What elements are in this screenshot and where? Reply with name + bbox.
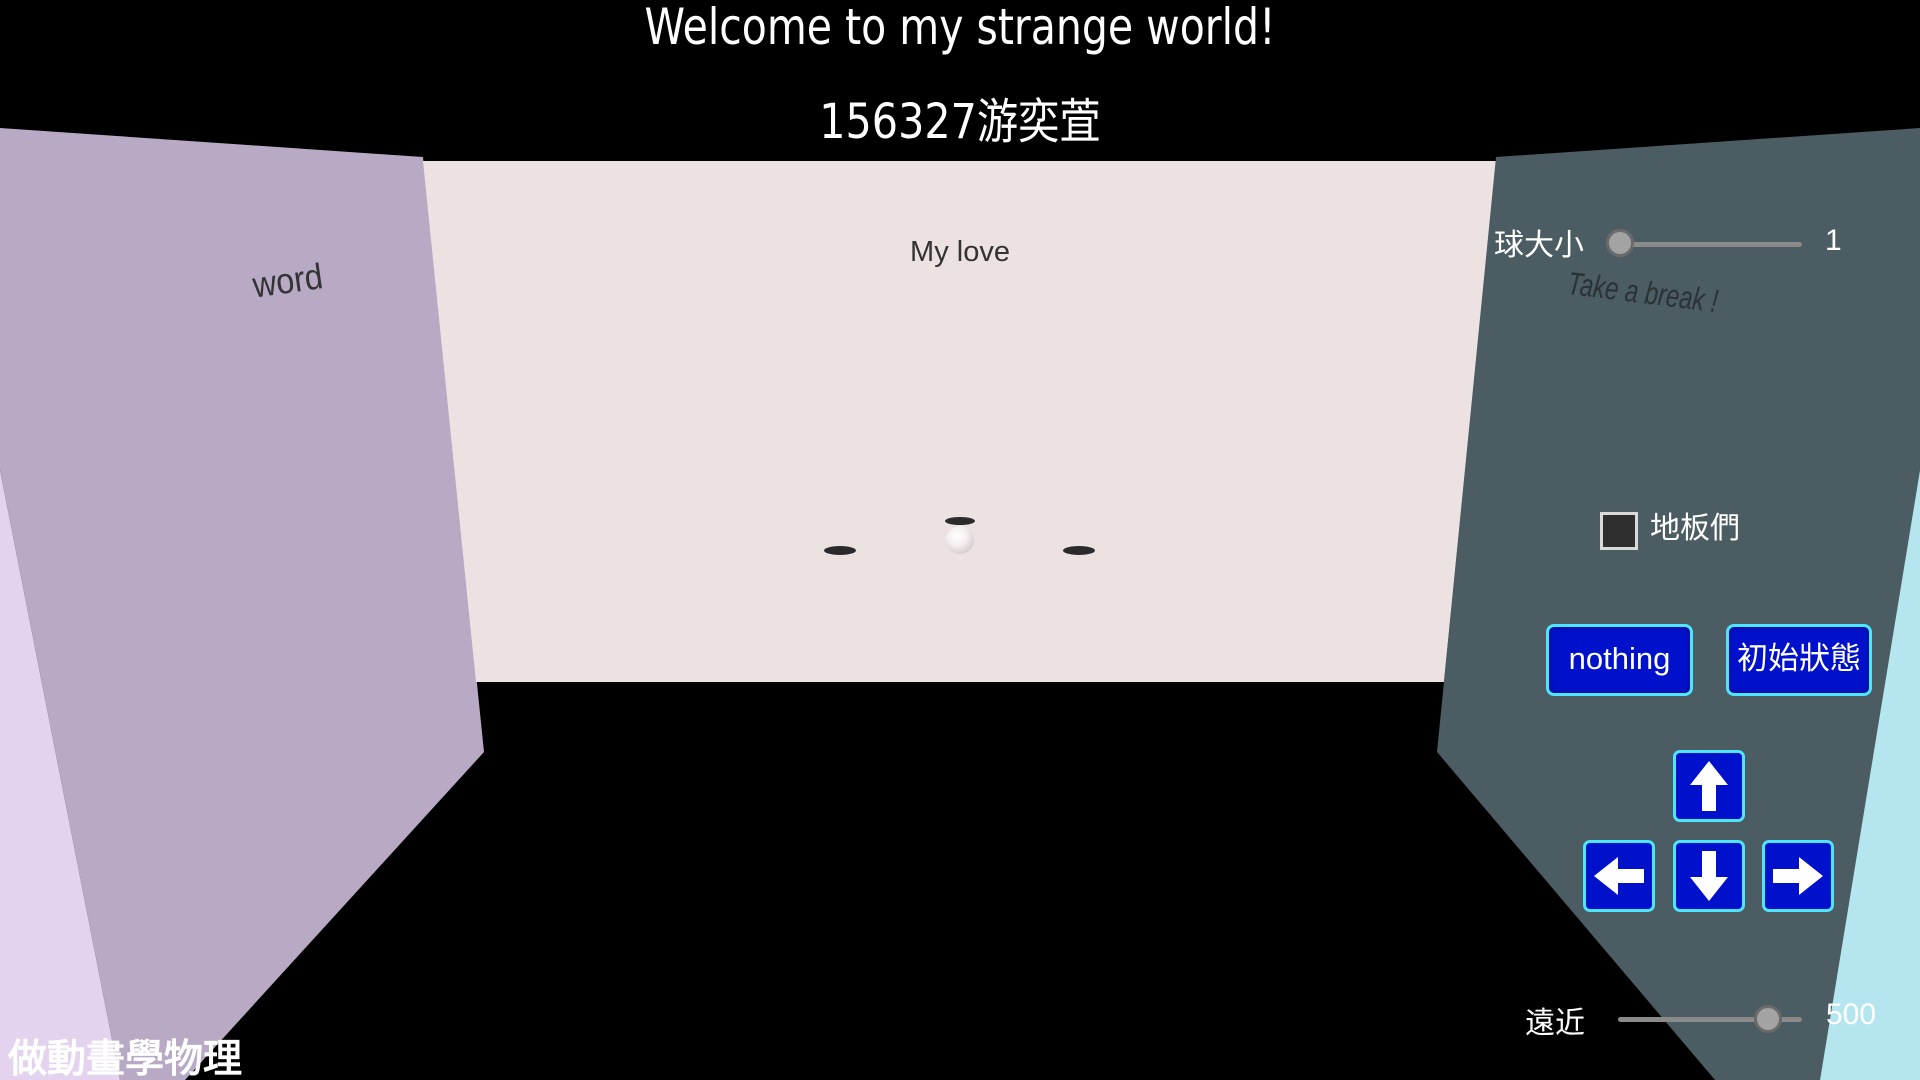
up-button[interactable]: [1673, 750, 1745, 822]
right-arrow-icon: [1773, 857, 1823, 895]
ball-size-label: 球大小: [1494, 228, 1584, 263]
ball-size-value: 1: [1825, 224, 1842, 257]
right-button[interactable]: [1762, 840, 1834, 912]
floors-checkbox-label: 地板們: [1650, 511, 1740, 546]
3d-scene[interactable]: Welcome to my strange world! 156327游奕萓 M…: [0, 0, 1920, 1080]
distance-value: 500: [1826, 998, 1877, 1031]
down-arrow-icon: [1690, 851, 1728, 901]
ball: [946, 526, 974, 554]
left-arrow-icon: [1594, 857, 1644, 895]
distance-label: 遠近: [1525, 1006, 1585, 1041]
nothing-button[interactable]: nothing: [1546, 624, 1693, 696]
distance-slider-thumb[interactable]: [1754, 1005, 1782, 1033]
ball-size-slider-thumb[interactable]: [1606, 229, 1634, 257]
left-button[interactable]: [1583, 840, 1655, 912]
floor-plate-left: [824, 546, 856, 555]
up-arrow-icon: [1690, 761, 1728, 811]
floor-plate-right: [1063, 546, 1095, 555]
back-wall-text: My love: [910, 236, 1010, 268]
scene-subtitle: 156327游奕萓: [819, 94, 1101, 150]
ball-size-slider-track[interactable]: [1620, 242, 1802, 247]
scene-title: Welcome to my strange world!: [644, 0, 1276, 56]
watermark: 做動畫學物理: [8, 1037, 243, 1080]
reset-button[interactable]: 初始狀態: [1726, 624, 1872, 696]
floor-plate-center: [945, 517, 975, 525]
down-button[interactable]: [1673, 840, 1745, 912]
floors-checkbox[interactable]: [1600, 512, 1638, 550]
